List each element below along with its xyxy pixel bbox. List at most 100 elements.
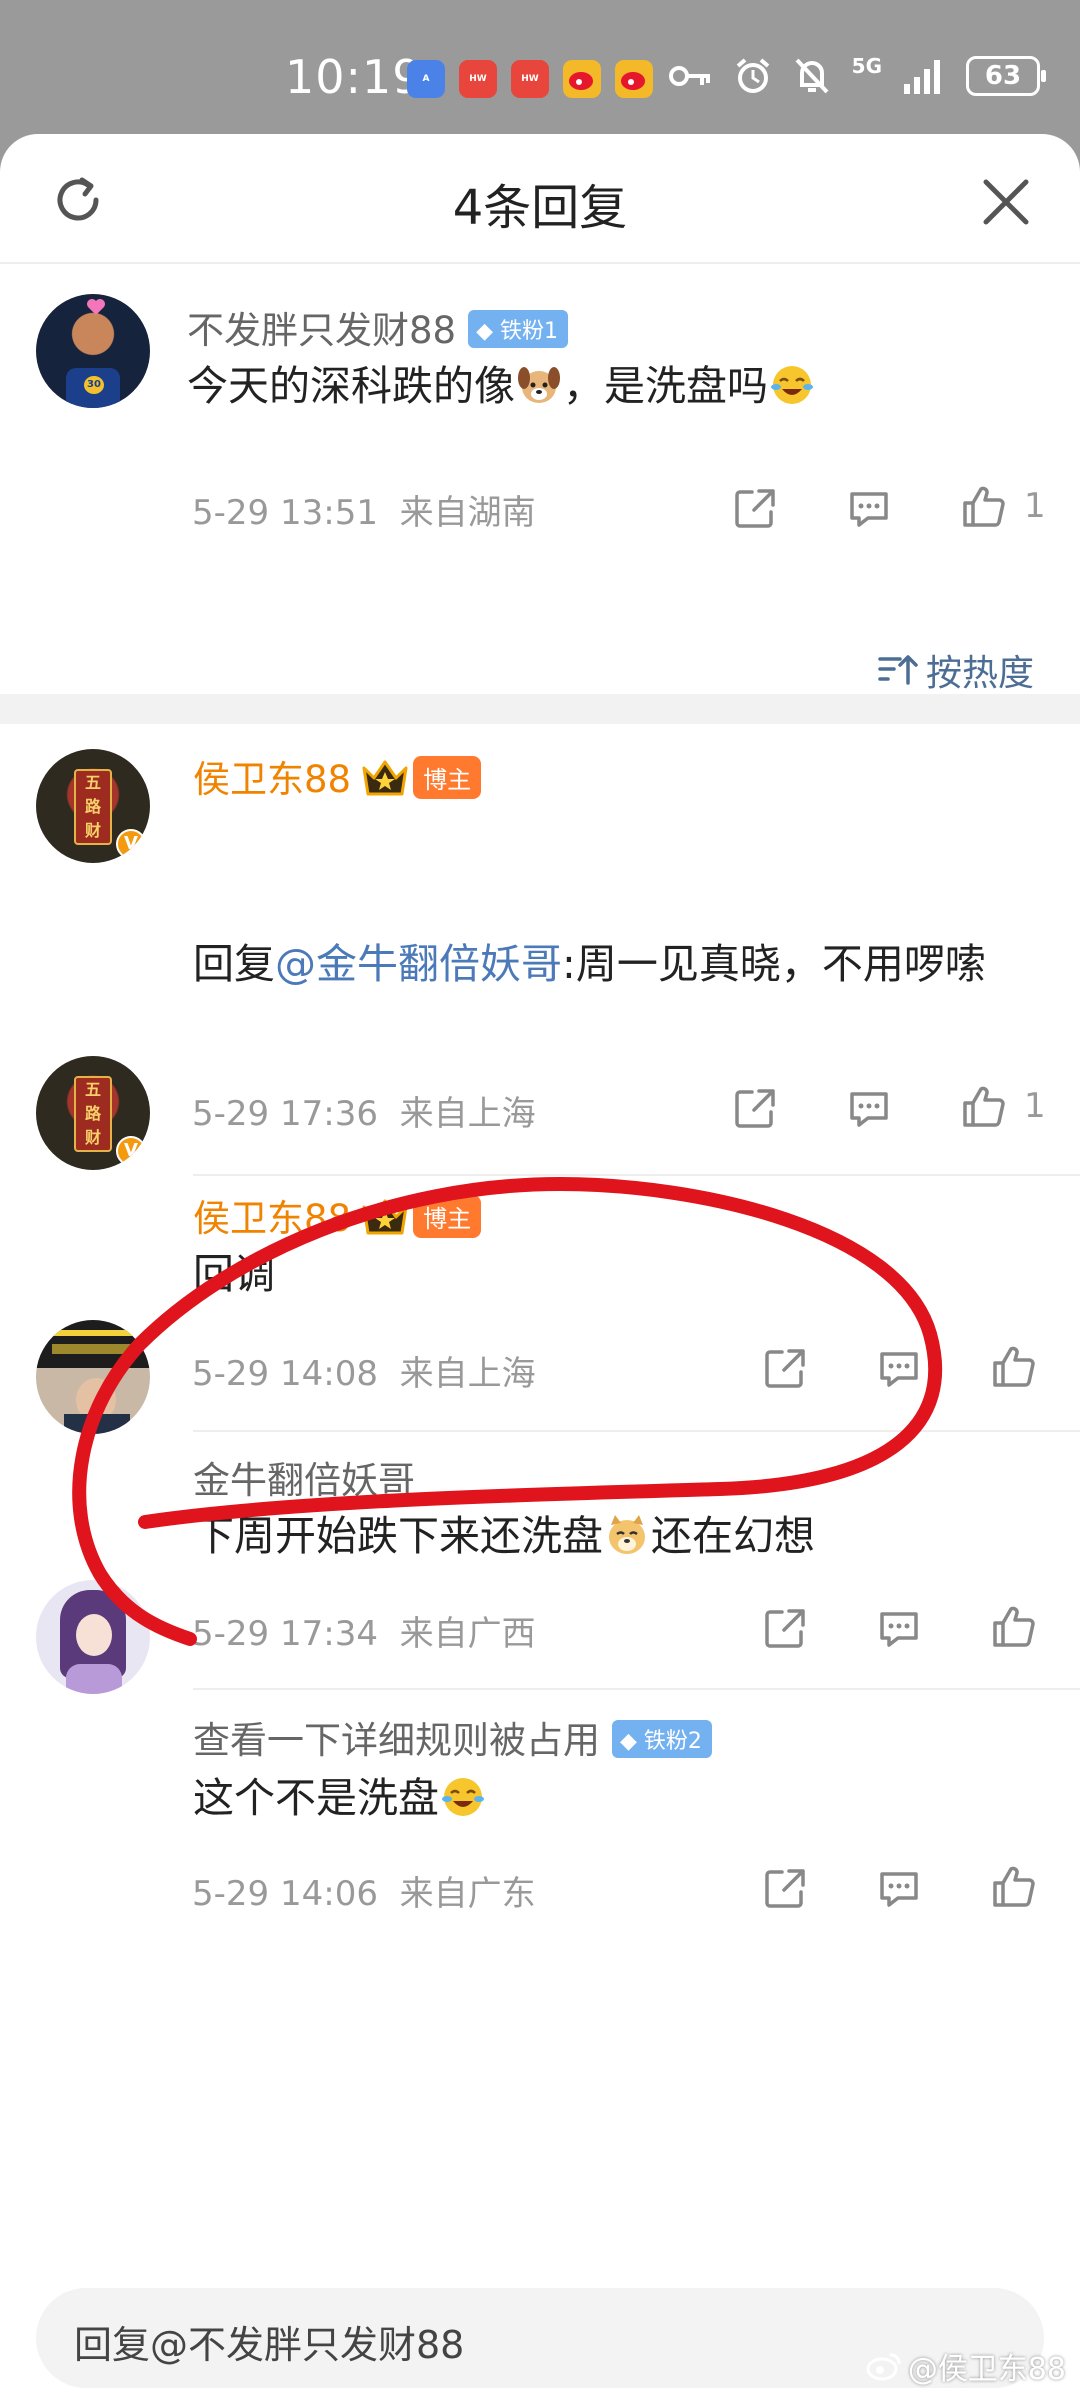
laugh-cry-emoji-icon (442, 1778, 484, 1816)
like-icon[interactable] (990, 1864, 1036, 1910)
reply-meta: 5-29 17:34 来自广西 (192, 1606, 536, 1655)
watermark-text: @侯卫东88 (907, 2352, 1066, 2387)
sort-label: 按热度 (925, 653, 1034, 694)
reply-author[interactable]: 金牛翻倍妖哥 (193, 1450, 415, 1504)
reply-date: 5-29 17:34 (192, 1614, 378, 1654)
network-label: 5G (851, 54, 882, 78)
reply-input-placeholder: 回复@不发胖只发财88 (74, 2323, 465, 2367)
original-text-part2: ，是洗盘吗 (563, 362, 768, 410)
comment-icon[interactable] (846, 1086, 892, 1132)
comment-icon[interactable] (876, 1606, 922, 1652)
divider (193, 1430, 1080, 1432)
comment-icon[interactable] (846, 486, 892, 532)
reply-text-2: 回调 (193, 1250, 275, 1298)
alarm-icon (736, 58, 769, 93)
host-badge: 博主 (413, 1195, 482, 1238)
fan-badge-label: 铁粉2 (643, 1728, 702, 1754)
reply-location: 来自广西 (399, 1614, 536, 1654)
weibo-logo-icon (866, 2353, 901, 2381)
reply-meta: 5-29 17:36 来自上海 (192, 1086, 536, 1135)
reply-location: 来自广东 (399, 1874, 536, 1914)
reply-date: 5-29 14:06 (192, 1874, 378, 1914)
key-icon (668, 66, 710, 86)
divider (193, 1174, 1080, 1176)
battery-icon: 63 (966, 56, 1046, 96)
original-author[interactable]: 不发胖只发财88 ◆ 铁粉1 (187, 300, 569, 354)
verified-icon: V (116, 829, 146, 859)
share-icon[interactable] (732, 1086, 778, 1132)
like-count: 1 (1024, 1086, 1046, 1126)
like-count: 1 (1024, 486, 1046, 526)
sort-button[interactable]: 按热度 (878, 644, 1034, 696)
host-badge: 博主 (413, 756, 482, 799)
like-icon[interactable] (990, 1344, 1036, 1390)
section-divider (0, 694, 1080, 724)
fan-badge: ◆ 铁粉1 (468, 309, 569, 348)
like-icon[interactable] (960, 1084, 1006, 1130)
doge-emoji-icon (609, 1515, 645, 1554)
heart-icon (86, 298, 106, 316)
comment-icon[interactable] (876, 1346, 922, 1392)
mention-link[interactable]: @金牛翻倍妖哥 (275, 940, 562, 988)
mute-icon (795, 58, 829, 94)
watermark: @侯卫东88 (866, 2344, 1066, 2388)
reply-author[interactable]: 侯卫东88 博主 (193, 1188, 482, 1242)
app-store-icon: A (407, 60, 445, 98)
reply-date: 5-29 14:08 (192, 1354, 378, 1394)
reply-text-3: 下周开始跌下来还洗盘 还在幻想 (193, 1506, 815, 1566)
like-icon[interactable] (960, 484, 1006, 530)
share-icon[interactable] (762, 1346, 808, 1392)
avatar[interactable] (36, 1320, 150, 1434)
crown-icon (362, 760, 408, 795)
reply-author-name[interactable]: 侯卫东88 (193, 758, 351, 801)
fan-badge: ◆ 铁粉2 (612, 1719, 712, 1758)
weibo-icon-2 (615, 60, 653, 98)
laugh-cry-emoji-icon (771, 366, 813, 404)
original-meta: 5-29 13:51 来自湖南 (192, 485, 536, 534)
divider (193, 1688, 1080, 1690)
sheet-title: 4条回复 (452, 180, 628, 236)
reply-author-name[interactable]: 查看一下详细规则被占用 (193, 1719, 600, 1762)
original-date: 5-29 13:51 (192, 493, 378, 533)
original-text-part1: 今天的深科跌的像 (187, 362, 515, 410)
comment-icon[interactable] (876, 1866, 922, 1912)
signal-icon (904, 60, 940, 94)
sheet-header: 4条回复 (0, 134, 1080, 264)
original-location: 来自湖南 (399, 493, 536, 533)
verified-icon: V (116, 1136, 146, 1166)
reply-body: :周一见真晓，不用啰嗦 (562, 940, 986, 988)
original-text: 今天的深科跌的像 ，是洗盘吗 (187, 356, 816, 416)
reply-author[interactable]: 侯卫东88 博主 (193, 749, 482, 803)
reply-author-name[interactable]: 金牛翻倍妖哥 (193, 1459, 415, 1502)
reply-body-part1: 下周开始跌下来还洗盘 (193, 1512, 603, 1560)
reply-date: 5-29 17:36 (192, 1094, 378, 1134)
share-icon[interactable] (732, 486, 778, 532)
dog-emoji-icon (518, 367, 560, 403)
avatar[interactable]: 五路财 V (36, 1056, 150, 1170)
huawei-icon: HW (459, 60, 497, 98)
avatar[interactable] (36, 1580, 150, 1694)
reply-meta: 5-29 14:06 来自广东 (192, 1866, 536, 1915)
replies-sheet: 4条回复 30 不发胖只发财88 ◆ 铁粉1 今天的深科跌的像 ，是洗盘吗 5-29… (0, 134, 1080, 2400)
avatar[interactable]: 30 (36, 294, 150, 408)
fan-badge-label: 铁粉1 (500, 318, 559, 344)
reply-text-4: 这个不是洗盘 (193, 1768, 487, 1828)
reply-author[interactable]: 查看一下详细规则被占用 ◆ 铁粉2 (193, 1710, 712, 1764)
status-time: 10:19 (285, 50, 423, 104)
like-icon[interactable] (990, 1604, 1036, 1650)
status-icons: 5G 63 (668, 54, 1046, 96)
crown-icon (362, 1199, 408, 1234)
original-author-name[interactable]: 不发胖只发财88 (187, 309, 456, 352)
reply-prefix: 回复 (193, 940, 275, 988)
close-icon[interactable] (980, 176, 1032, 228)
avatar[interactable]: 五路财 V (36, 749, 150, 863)
reply-body: 这个不是洗盘 (193, 1774, 439, 1822)
red-circle-annotation (72, 1177, 943, 1646)
share-icon[interactable] (762, 1866, 808, 1912)
reply-location: 来自上海 (399, 1094, 536, 1134)
reply-author-name[interactable]: 侯卫东88 (193, 1197, 351, 1240)
share-icon[interactable] (762, 1606, 808, 1652)
sort-icon (878, 655, 918, 685)
reply-body-part2: 还在幻想 (651, 1512, 815, 1560)
reply-meta: 5-29 14:08 来自上海 (192, 1346, 536, 1395)
